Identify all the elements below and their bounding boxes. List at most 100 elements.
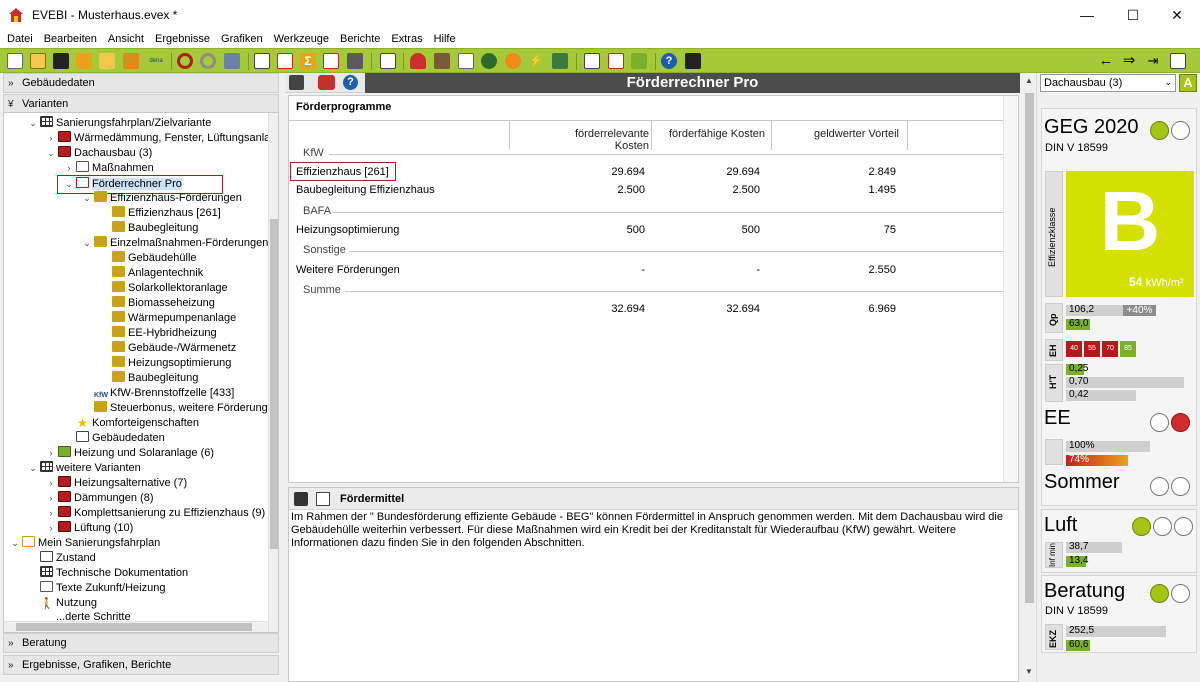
- tree-item[interactable]: › Heizung und Solaranlage (6): [46, 446, 214, 461]
- export-icon[interactable]: [123, 53, 139, 69]
- arrow-right-icon[interactable]: ⇒: [1121, 53, 1137, 69]
- right-scrollbar[interactable]: ▲ ▼: [1022, 73, 1037, 682]
- tree-item[interactable]: ⌄ weitere Varianten: [28, 461, 141, 476]
- tree-item[interactable]: Biomasseheizung: [100, 296, 215, 311]
- calc-icon[interactable]: [323, 53, 339, 69]
- save-icon[interactable]: [294, 492, 308, 506]
- beratung-title: Beratung: [1044, 580, 1126, 602]
- print-icon[interactable]: [289, 75, 304, 90]
- list-icon[interactable]: [380, 53, 396, 69]
- arrow-left-icon[interactable]: ←: [1098, 53, 1114, 69]
- lightning-icon[interactable]: ⚡: [528, 53, 544, 69]
- scroll-down-icon[interactable]: ▼: [1025, 667, 1033, 676]
- tree-item[interactable]: › Wärmedämmung, Fenster, Lüftungsanla: [46, 131, 270, 146]
- copy-icon[interactable]: [316, 492, 330, 506]
- a-button[interactable]: A: [1179, 74, 1197, 92]
- video-icon[interactable]: [318, 75, 335, 90]
- menu-hilfe[interactable]: Hilfe: [427, 33, 460, 45]
- tree-horizontal-scrollbar[interactable]: [4, 621, 268, 632]
- menu-werkzeuge[interactable]: Werkzeuge: [267, 33, 333, 45]
- sun-icon[interactable]: [505, 53, 521, 69]
- tree-item[interactable]: KfW KfW-Brennstoffzelle [433]: [82, 386, 234, 401]
- tree-item[interactable]: ★ Komforteigenschaften: [64, 416, 199, 431]
- new-file-icon[interactable]: [7, 53, 23, 69]
- tree-item[interactable]: Solarkollektoranlage: [100, 281, 228, 296]
- panel-scrollbar[interactable]: [1003, 96, 1018, 482]
- tree-item[interactable]: Baubegleitung: [100, 371, 198, 386]
- redo-icon[interactable]: [200, 53, 216, 69]
- section-varianten[interactable]: ¥ Varianten: [3, 94, 279, 114]
- tree-item[interactable]: EE-Hybridheizung: [100, 326, 217, 341]
- scroll-thumb[interactable]: [270, 219, 278, 549]
- tree-item[interactable]: Effizienzhaus [261]: [100, 206, 221, 221]
- table-icon: [40, 566, 53, 577]
- export-arrow-icon[interactable]: ⇥: [1145, 53, 1161, 69]
- pdf-icon[interactable]: [277, 53, 293, 69]
- save-icon[interactable]: [53, 53, 69, 69]
- scroll-thumb[interactable]: [1025, 93, 1034, 603]
- tree-vertical-scrollbar[interactable]: [268, 113, 278, 632]
- tree-item[interactable]: Gebäudedaten: [64, 431, 165, 446]
- scroll-thumb[interactable]: [16, 623, 252, 631]
- tree-item[interactable]: 🚶 Nutzung: [28, 596, 97, 611]
- clipboard-red-icon[interactable]: [608, 53, 624, 69]
- tree-item[interactable]: › Maßnahmen: [64, 161, 154, 176]
- dena-icon[interactable]: dena: [146, 53, 166, 69]
- tree-item[interactable]: Gebäude-/Wärmenetz: [100, 341, 236, 356]
- house-check-icon[interactable]: [631, 53, 647, 69]
- variant-dropdown[interactable]: Dachausbau (3) ⌄: [1040, 74, 1176, 92]
- tree-item[interactable]: › Komplettsanierung zu Effizienzhaus (9): [46, 506, 265, 521]
- device-icon[interactable]: [347, 53, 363, 69]
- tree-item[interactable]: ⌄ Mein Sanierungsfahrplan: [10, 536, 160, 551]
- tree-item[interactable]: › Heizungsalternative (7): [46, 476, 187, 491]
- tree-item[interactable]: Anlagentechnik: [100, 266, 203, 281]
- tree-item[interactable]: Baubegleitung: [100, 221, 198, 236]
- tree-item[interactable]: › Dämmungen (8): [46, 491, 153, 506]
- house-green-icon[interactable]: [552, 53, 568, 69]
- tree-item[interactable]: Technische Dokumentation: [28, 566, 188, 581]
- calculator-icon[interactable]: [685, 53, 701, 69]
- menu-bearbeiten[interactable]: Bearbeiten: [37, 33, 101, 45]
- tree-item[interactable]: Texte Zukunft/Heizung: [28, 581, 165, 596]
- tree-item[interactable]: Heizungsoptimierung: [100, 356, 231, 371]
- tree-item[interactable]: ⌄ Dachausbau (3): [46, 146, 152, 161]
- undo-icon[interactable]: [177, 53, 193, 69]
- folder-arrow-icon[interactable]: [99, 53, 115, 69]
- tree-item[interactable]: Steuerbonus, weitere Förderung: [82, 401, 268, 416]
- tree-item[interactable]: ...derte Schritte: [28, 610, 131, 620]
- tools-icon[interactable]: [434, 53, 450, 69]
- menu-datei[interactable]: Datei: [0, 33, 37, 45]
- page-title: Förderrechner Pro: [365, 73, 1020, 93]
- open-folder-icon[interactable]: [30, 53, 46, 69]
- scroll-up-icon[interactable]: ▲: [1025, 76, 1033, 85]
- report-icon[interactable]: [254, 53, 270, 69]
- minimize-button[interactable]: —: [1064, 0, 1110, 30]
- tree-item[interactable]: › Lüftung (10): [46, 521, 133, 536]
- tree-item[interactable]: ⌄ Effizienzhaus-Förderungen: [82, 191, 242, 206]
- menu-berichte[interactable]: Berichte: [333, 33, 384, 45]
- close-button[interactable]: ✕: [1154, 0, 1200, 30]
- tree-item[interactable]: ⌄ Einzelmaßnahmen-Förderungen: [82, 236, 268, 251]
- section-results[interactable]: » Ergebnisse, Grafiken, Berichte: [3, 655, 279, 675]
- chart-icon[interactable]: [1170, 53, 1186, 69]
- menu-ansicht[interactable]: Ansicht: [101, 33, 148, 45]
- tree-item[interactable]: Zustand: [28, 551, 96, 566]
- import-icon[interactable]: [76, 53, 92, 69]
- globe-icon[interactable]: [481, 53, 497, 69]
- help-icon[interactable]: ?: [661, 53, 677, 69]
- hat-icon[interactable]: [410, 53, 426, 69]
- help-icon[interactable]: ?: [343, 75, 358, 90]
- menu-grafiken[interactable]: Grafiken: [214, 33, 267, 45]
- section-gebaeudedaten[interactable]: » Gebäudedaten: [3, 73, 279, 93]
- clipboard-icon[interactable]: [584, 53, 600, 69]
- memo-icon[interactable]: [458, 53, 474, 69]
- section-beratung[interactable]: » Beratung: [3, 633, 279, 653]
- tree-item[interactable]: ⌄ Sanierungsfahrplan/Zielvariante: [28, 116, 211, 131]
- tree-item[interactable]: Gebäudehülle: [100, 251, 197, 266]
- tree-item[interactable]: Wärmepumpenanlage: [100, 311, 236, 326]
- sum-icon[interactable]: Σ: [300, 53, 316, 69]
- menu-extras[interactable]: Extras: [384, 33, 426, 45]
- menu-ergebnisse[interactable]: Ergebnisse: [148, 33, 214, 45]
- maximize-button[interactable]: ☐: [1110, 0, 1156, 30]
- wand-icon[interactable]: [224, 53, 240, 69]
